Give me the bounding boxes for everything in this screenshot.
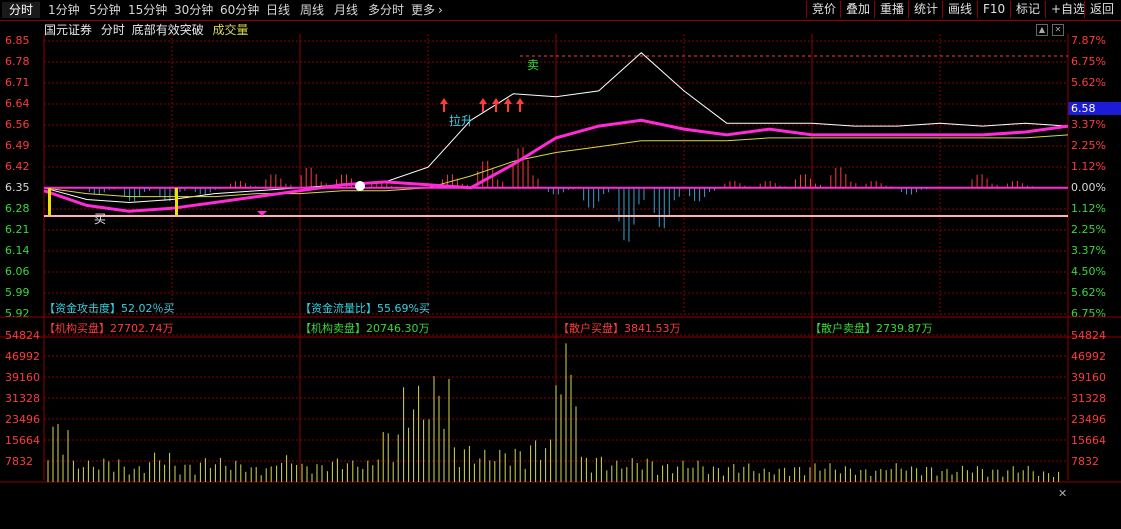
volume-tick: 15664 — [1071, 434, 1106, 447]
inst-buy-value: 27702.74万 — [110, 322, 174, 335]
attack-label: 【资金攻击度】 — [44, 302, 121, 315]
retail-sell-stat: 【散户卖盘】2739.87万 — [810, 320, 933, 336]
up-arrow-icon — [504, 98, 512, 112]
retail-buy-label: 【散户买盘】 — [558, 322, 624, 335]
sell-signal-label: 卖 — [527, 58, 540, 72]
flow-label: 【资金流量比】 — [300, 302, 377, 315]
buy-signal-label: 买 — [94, 212, 107, 226]
pull-up-label: 拉升 — [449, 114, 474, 128]
up-arrow-icon — [492, 98, 500, 112]
attack-value: 52.02％买 — [121, 302, 175, 315]
volume-tick: 46992 — [1071, 350, 1106, 363]
timeshare-chart[interactable] — [0, 0, 1121, 529]
volume-tick: 23496 — [5, 413, 40, 426]
attack-stat: 【资金攻击度】52.02％买 — [44, 300, 175, 316]
up-arrow-icon — [479, 98, 487, 112]
volume-tick: 7832 — [1071, 455, 1099, 468]
retail-buy-value: 3841.53万 — [624, 322, 681, 335]
retail-sell-value: 2739.87万 — [876, 322, 933, 335]
inst-sell-label: 【机构卖盘】 — [300, 322, 366, 335]
volume-tick: 31328 — [1071, 392, 1106, 405]
flow-stat: 【资金流量比】55.69%买 — [300, 300, 430, 316]
inst-sell-value: 20746.30万 — [366, 322, 430, 335]
up-arrow-icon — [440, 98, 448, 112]
flow-value: 55.69%买 — [377, 302, 430, 315]
buy-marker — [175, 188, 178, 215]
inst-buy-label: 【机构买盘】 — [44, 322, 110, 335]
volume-tick: 39160 — [5, 371, 40, 384]
volume-tick: 7832 — [5, 455, 33, 468]
buy-marker — [48, 188, 51, 215]
volume-tick: 39160 — [1071, 371, 1106, 384]
volume-close-icon[interactable]: ✕ — [1058, 487, 1067, 500]
retail-sell-label: 【散户卖盘】 — [810, 322, 876, 335]
inst-buy-stat: 【机构买盘】27702.74万 — [44, 320, 174, 336]
volume-tick: 31328 — [5, 392, 40, 405]
volume-tick: 54824 — [1071, 329, 1106, 342]
volume-tick: 23496 — [1071, 413, 1106, 426]
volume-tick: 54824 — [5, 329, 40, 342]
volume-tick: 15664 — [5, 434, 40, 447]
inst-sell-stat: 【机构卖盘】20746.30万 — [300, 320, 430, 336]
up-arrow-icon — [516, 98, 524, 112]
volume-tick: 46992 — [5, 350, 40, 363]
signal-dot — [355, 181, 365, 191]
retail-buy-stat: 【散户买盘】3841.53万 — [558, 320, 681, 336]
